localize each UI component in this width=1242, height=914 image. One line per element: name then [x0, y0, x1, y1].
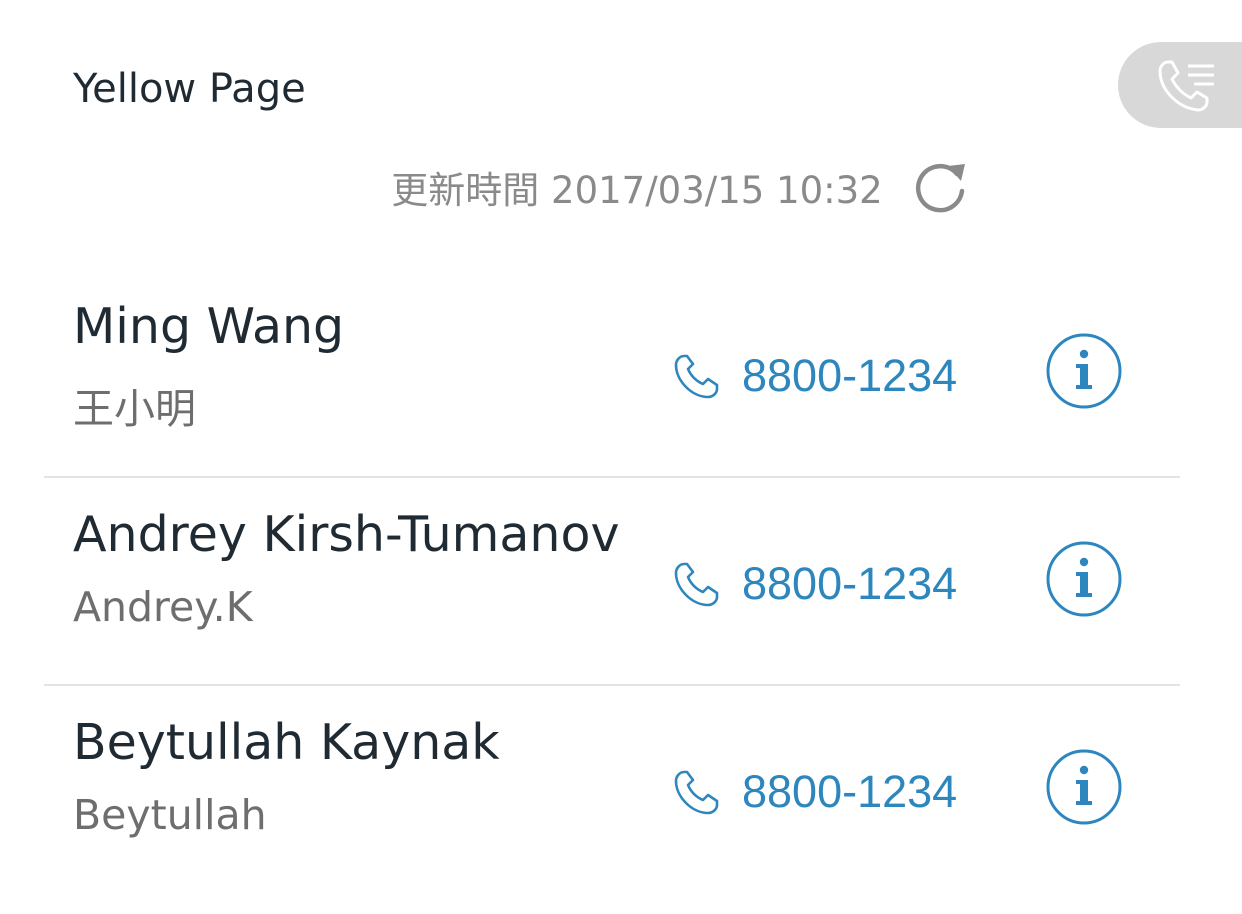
call-button[interactable]: 8800-1234: [672, 764, 957, 820]
contact-alias: Andrey.K: [73, 583, 253, 631]
phone-icon: [672, 767, 722, 817]
phone-number: 8800-1234: [742, 558, 958, 609]
update-bar: 更新時間 2017/03/15 10:32: [0, 155, 1242, 219]
contact-row[interactable]: Andrey Kirsh-Tumanov Andrey.K 8800-1234: [44, 478, 1180, 686]
contact-alias: 王小明: [73, 385, 196, 433]
contact-list: Ming Wang 王小明 8800-1234 Andrey Kirsh-Tum…: [44, 270, 1180, 892]
phone-icon: [672, 559, 722, 609]
info-button[interactable]: [1045, 540, 1123, 618]
contact-row[interactable]: Ming Wang 王小明 8800-1234: [44, 270, 1180, 478]
info-icon: [1046, 749, 1122, 825]
info-icon: [1046, 333, 1122, 409]
call-log-tab-button[interactable]: [1118, 42, 1242, 128]
contact-name: Ming Wang: [73, 298, 345, 355]
yellow-page-screen: Yellow Page 更新時間 2017/03/15 10:32 Ming W…: [0, 0, 1242, 914]
update-time-text: 更新時間 2017/03/15 10:32: [391, 169, 883, 212]
contact-name: Andrey Kirsh-Tumanov: [73, 506, 620, 563]
phone-number: 8800-1234: [742, 766, 958, 817]
phone-icon: [672, 351, 722, 401]
contact-alias: Beytullah: [73, 791, 267, 839]
info-button[interactable]: [1045, 332, 1123, 410]
page-title: Yellow Page: [73, 66, 306, 112]
contact-row[interactable]: Beytullah Kaynak Beytullah 8800-1234: [44, 686, 1180, 892]
phone-list-icon: [1158, 60, 1214, 112]
refresh-icon: [915, 163, 965, 213]
call-button[interactable]: 8800-1234: [672, 556, 957, 612]
info-button[interactable]: [1045, 748, 1123, 826]
contact-name: Beytullah Kaynak: [73, 714, 500, 771]
phone-number: 8800-1234: [742, 350, 958, 401]
refresh-button[interactable]: [911, 157, 971, 217]
info-icon: [1046, 541, 1122, 617]
call-button[interactable]: 8800-1234: [672, 348, 957, 404]
